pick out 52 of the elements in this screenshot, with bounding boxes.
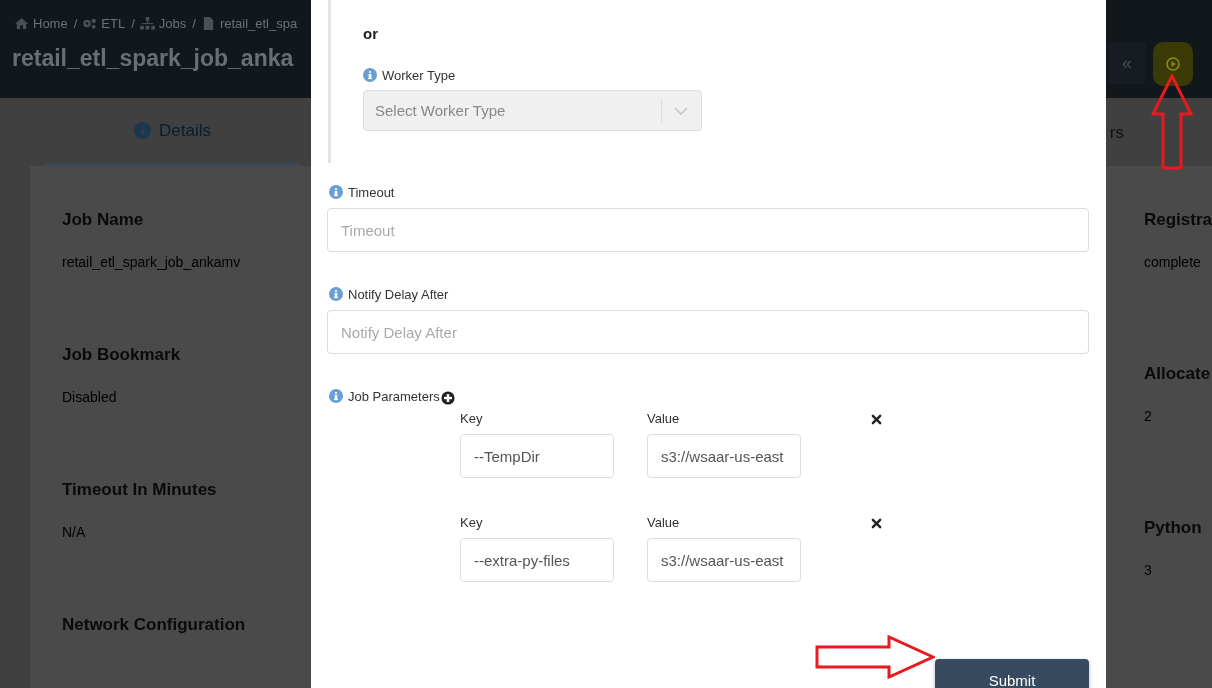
text-input[interactable]: Timeout [327,208,1089,252]
gears-icon [82,17,98,30]
field-value: 3 [1144,562,1153,578]
field-label: Job Name [62,210,145,230]
or-text: or [363,25,379,42]
value-label: Value [647,411,681,427]
field-label: Worker Type [382,67,456,83]
value-label: Value [647,515,681,531]
breadcrumb-link[interactable]: Home [33,16,68,31]
submit-button[interactable]: Submit [935,659,1089,688]
add-icon[interactable] [440,391,455,405]
field-label: Job Parameters [348,388,440,404]
home-icon [14,17,29,30]
info-icon [329,287,343,301]
run-button[interactable] [1153,42,1193,86]
field-label: Timeout [348,184,395,200]
key-input[interactable]: --TempDir [460,434,614,478]
value-input[interactable]: s3://wsaar-us-east [647,538,801,582]
field-value: retail_etl_spark_job_ankamv [62,254,242,270]
field-value: Disabled [62,389,118,405]
key-label: Key [460,515,484,531]
info-icon [363,68,377,82]
field-value: 2 [1144,408,1153,424]
remove-icon[interactable] [871,518,882,529]
value-input[interactable]: s3://wsaar-us-east [647,434,801,478]
field-label: Allocate [1144,364,1212,384]
breadcrumb-separator: / [131,16,135,31]
field-label: Job Bookmark [62,345,182,365]
info-icon [329,389,343,403]
field-label: Notify Delay After [348,286,449,302]
remove-icon[interactable] [871,414,882,425]
field-label: Registra [1144,210,1212,230]
info-icon [134,122,151,139]
field-label: Network Configuration [62,615,246,635]
breadcrumb-separator: / [73,16,78,31]
field-label: Timeout In Minutes [62,480,218,500]
page-title: retail_etl_spark_job_anka [12,45,294,72]
collapse-button[interactable]: « [1108,42,1146,84]
sitemap-icon [139,17,155,30]
key-label: Key [460,411,484,427]
play-icon [1166,57,1180,71]
text-input[interactable]: Notify Delay After [327,310,1089,354]
field-value: N/A [62,524,87,540]
breadcrumb-link[interactable]: retail_etl_spa [219,16,298,31]
field-label: Python [1144,518,1203,538]
key-input[interactable]: --extra-py-files [460,538,614,582]
breadcrumb-link[interactable]: Jobs [158,16,187,31]
chevron-down-icon [674,106,688,115]
breadcrumb-separator: / [192,16,196,31]
breadcrumb-link[interactable]: ETL [101,16,126,31]
info-icon [329,185,343,199]
field-value: complete [1144,254,1202,270]
